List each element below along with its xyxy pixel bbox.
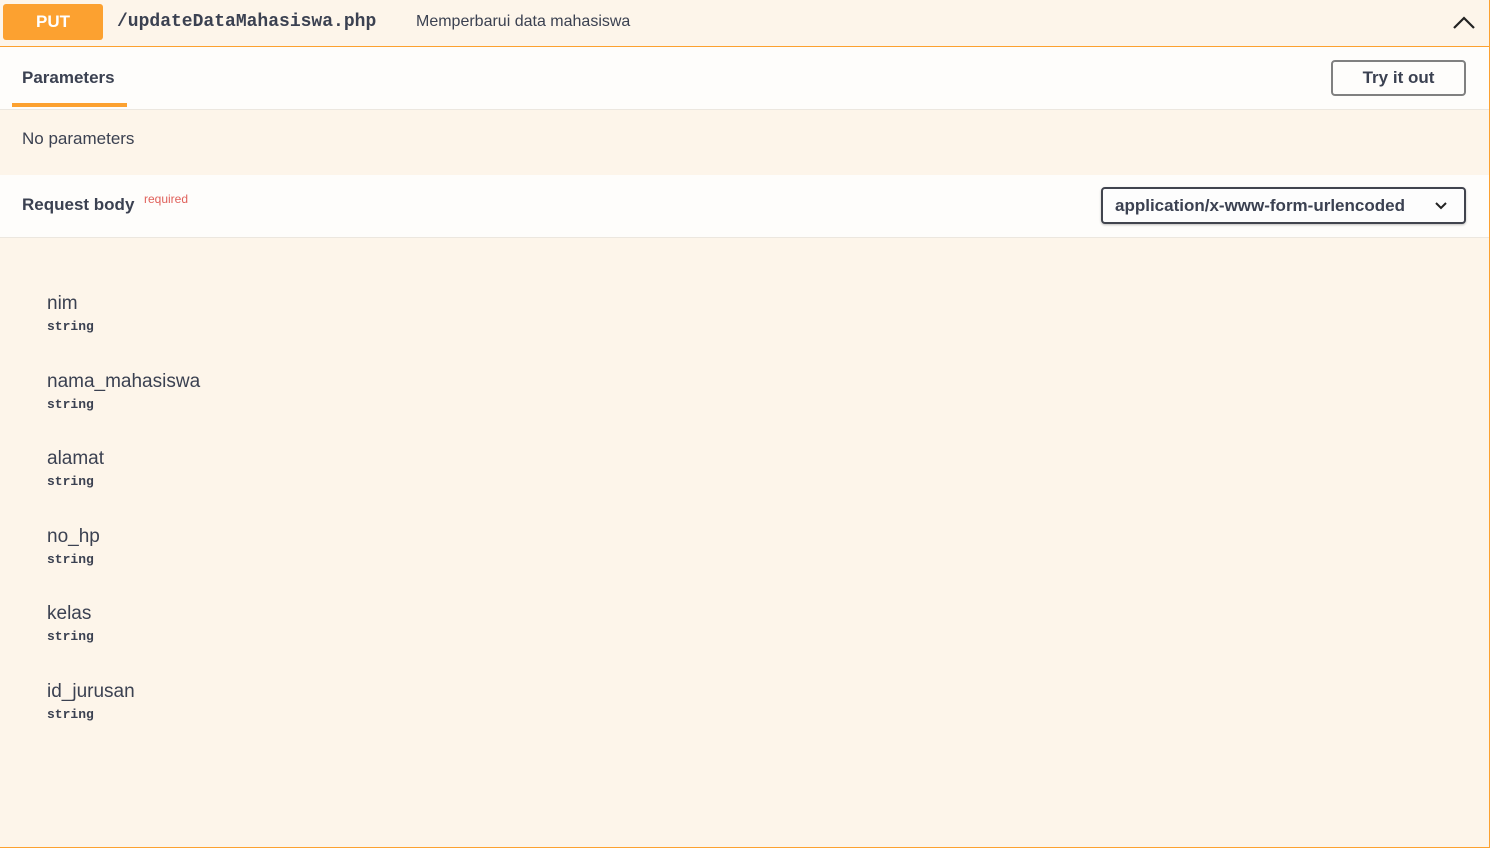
endpoint-description: Memperbarui data mahasiswa xyxy=(416,13,631,30)
try-it-out-button[interactable]: Try it out xyxy=(1331,60,1466,96)
method-badge: PUT xyxy=(3,4,103,40)
parameters-header: Parameters Try it out xyxy=(0,47,1489,110)
field-type: string xyxy=(47,552,94,567)
form-field: nama_mahasiswa string xyxy=(47,370,200,413)
field-name: id_jurusan xyxy=(47,681,135,702)
field-name: alamat xyxy=(47,448,105,469)
field-type: string xyxy=(47,319,94,334)
operation-block: PUT /updateDataMahasiswa.php Memperbarui… xyxy=(0,0,1490,848)
field-name: nim xyxy=(47,293,78,314)
operation-summary[interactable]: PUT /updateDataMahasiswa.php Memperbarui… xyxy=(0,0,1489,47)
form-field: kelas string xyxy=(47,602,94,645)
field-type: string xyxy=(47,474,94,489)
endpoint-path: /updateDataMahasiswa.php xyxy=(117,12,377,32)
field-type: string xyxy=(47,397,94,412)
field-name: kelas xyxy=(47,603,92,624)
form-field: no_hp string xyxy=(47,525,100,568)
tab-parameters[interactable]: Parameters xyxy=(12,47,127,107)
no-parameters-text: No parameters xyxy=(22,129,135,148)
page-edge xyxy=(1490,0,1495,851)
form-field: alamat string xyxy=(47,447,104,490)
field-name: no_hp xyxy=(47,526,100,547)
form-field: id_jurusan string xyxy=(47,680,135,723)
form-field: nim string xyxy=(47,292,94,335)
field-type: string xyxy=(47,707,94,722)
tab-parameters-label: Parameters xyxy=(22,68,115,87)
content-type-value: application/x-www-form-urlencoded xyxy=(1115,196,1405,215)
content-type-select[interactable]: application/x-www-form-urlencoded xyxy=(1101,187,1466,224)
field-type: string xyxy=(47,629,94,644)
chevron-up-icon[interactable] xyxy=(1449,8,1479,36)
chevron-down-icon xyxy=(1433,198,1449,214)
field-name: nama_mahasiswa xyxy=(47,371,201,392)
request-body-title: Request body xyxy=(22,195,135,214)
request-body-header: Request body required application/x-www-… xyxy=(0,175,1489,238)
required-label: required xyxy=(144,192,189,206)
